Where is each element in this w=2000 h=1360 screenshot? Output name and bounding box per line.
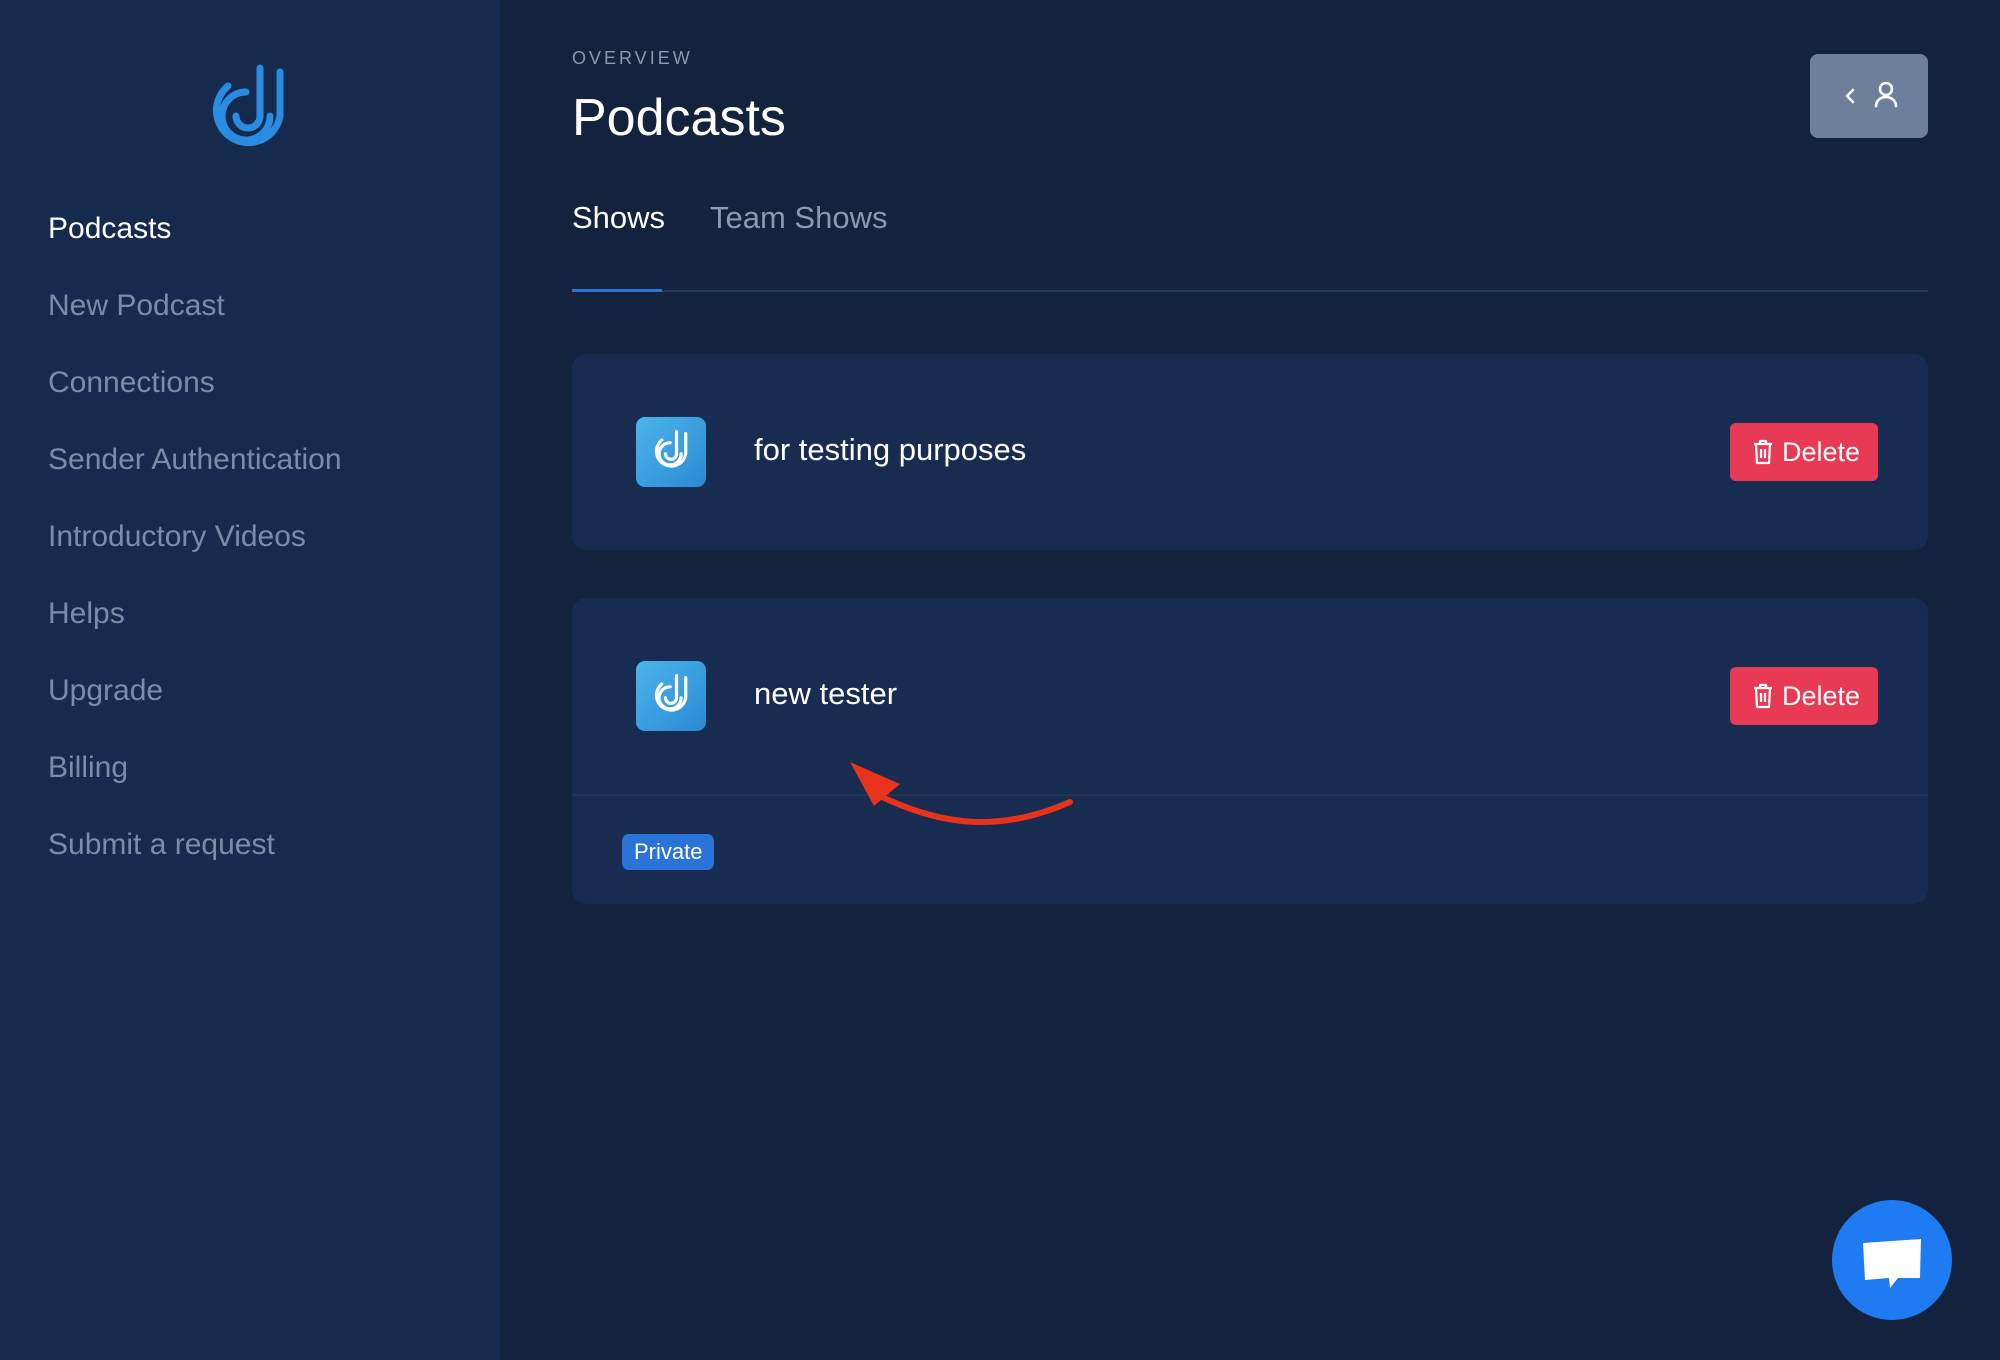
tabs: Shows Team Shows: [572, 190, 1928, 292]
chat-button[interactable]: [1832, 1200, 1952, 1320]
tab-shows[interactable]: Shows: [572, 198, 665, 238]
sidebar-item-connections[interactable]: Connections: [48, 364, 342, 402]
show-artwork-icon: [636, 417, 706, 487]
tab-team-shows[interactable]: Team Shows: [710, 198, 887, 238]
chat-bubble-icon: [1863, 1239, 1921, 1288]
trash-icon: [1754, 439, 1772, 465]
sidebar-item-podcasts[interactable]: Podcasts: [48, 210, 342, 248]
sidebar-item-sender-authentication[interactable]: Sender Authentication: [48, 441, 342, 479]
user-icon: [1874, 81, 1898, 108]
brand-logo-icon[interactable]: [198, 62, 298, 162]
privacy-badge: Private: [622, 834, 715, 870]
delete-button-label: Delete: [1782, 437, 1861, 467]
sidebar-item-introductory-videos[interactable]: Introductory Videos: [48, 518, 342, 556]
sidebar-item-upgrade[interactable]: Upgrade: [48, 672, 342, 710]
show-row[interactable]: new tester Delete: [572, 598, 1928, 794]
show-card: for testing purposes Delete: [572, 354, 1928, 550]
show-row[interactable]: for testing purposes Delete: [572, 354, 1928, 550]
show-card: new tester Delete Private: [572, 598, 1928, 904]
chevron-left-icon: [1845, 88, 1855, 104]
show-title: for testing purposes: [754, 432, 1027, 467]
trash-icon: [1754, 683, 1772, 709]
sidebar-nav: Podcasts New Podcast Connections Sender …: [48, 210, 342, 903]
sidebar: Podcasts New Podcast Connections Sender …: [0, 0, 500, 1360]
sidebar-item-submit-request[interactable]: Submit a request: [48, 826, 342, 864]
profile-menu-button[interactable]: [1810, 54, 1928, 138]
active-tab-indicator: [572, 289, 662, 292]
delete-button[interactable]: Delete: [1730, 667, 1878, 725]
show-artwork-icon: [636, 661, 706, 731]
sidebar-item-new-podcast[interactable]: New Podcast: [48, 287, 342, 325]
main-content: OVERVIEW Podcasts Shows Team Shows for t…: [572, 0, 1928, 1360]
show-title: new tester: [754, 676, 898, 711]
sidebar-item-billing[interactable]: Billing: [48, 749, 342, 787]
sidebar-item-helps[interactable]: Helps: [48, 595, 342, 633]
page-eyebrow: OVERVIEW: [572, 48, 693, 68]
delete-button-label: Delete: [1782, 681, 1861, 711]
delete-button[interactable]: Delete: [1730, 423, 1878, 481]
card-divider: [572, 794, 1928, 796]
page-title: Podcasts: [572, 89, 786, 147]
